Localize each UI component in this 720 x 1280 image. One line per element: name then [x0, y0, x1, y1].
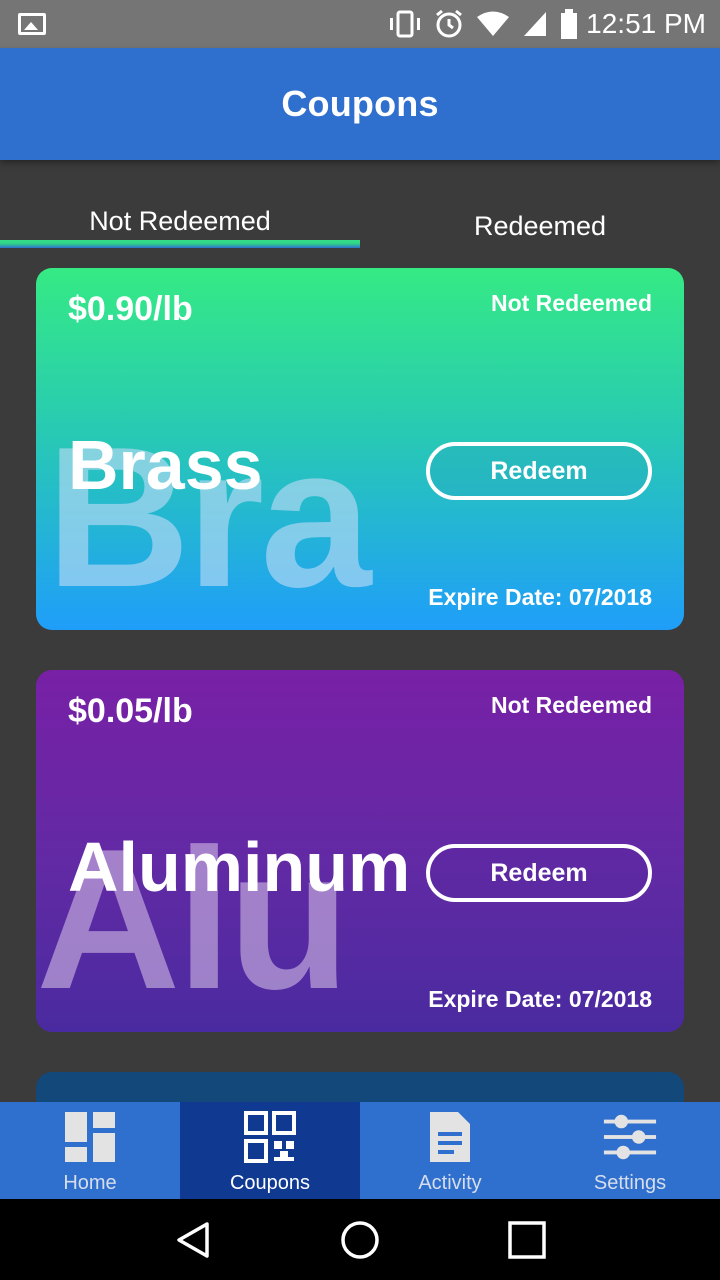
home-button[interactable] — [330, 1210, 390, 1270]
nav-item-home[interactable]: Home — [0, 1102, 180, 1199]
bottom-navigation: Home Coupons Activity Settings — [0, 1102, 720, 1199]
coupon-status: Not Redeemed — [490, 692, 652, 718]
signal-icon — [524, 12, 547, 36]
vibrate-icon — [390, 10, 421, 38]
coupon-status: Not Redeemed — [490, 290, 652, 316]
coupon-material: Aluminum — [68, 828, 411, 906]
back-button[interactable] — [163, 1210, 223, 1270]
system-navigation-bar — [0, 1199, 720, 1280]
status-bar: 12:51 PM — [0, 0, 720, 48]
tab-indicator — [0, 240, 360, 248]
sliders-icon — [603, 1114, 657, 1160]
coupon-card: Bra $0.90/lb Not Redeemed Brass Redeem E… — [36, 268, 684, 630]
nav-label: Settings — [593, 1172, 667, 1194]
qr-code-icon — [244, 1111, 296, 1163]
tab-not-redeemed[interactable]: Not Redeemed — [0, 190, 360, 250]
recents-button[interactable] — [497, 1210, 557, 1270]
nav-item-activity[interactable]: Activity — [360, 1102, 540, 1199]
alarm-icon — [436, 9, 463, 38]
tab-redeemed[interactable]: Redeemed — [360, 190, 720, 250]
battery-icon — [561, 9, 578, 39]
redeem-button[interactable]: Redeem — [426, 442, 652, 500]
tab-label: Redeemed — [473, 211, 607, 241]
wifi-icon — [477, 11, 510, 36]
page-title: Coupons — [281, 83, 439, 124]
app-bar: Coupons — [0, 48, 720, 160]
image-notification-icon — [18, 13, 46, 35]
nav-label: Coupons — [229, 1172, 311, 1194]
dashboard-icon — [65, 1112, 115, 1162]
coupon-expire-date: Expire Date: 07/2018 — [428, 986, 652, 1012]
nav-item-coupons[interactable]: Coupons — [180, 1102, 360, 1199]
tab-bar: Not Redeemed Redeemed — [0, 190, 720, 250]
document-icon — [430, 1112, 470, 1162]
redeem-button[interactable]: Redeem — [426, 844, 652, 902]
coupon-expire-date: Expire Date: 07/2018 — [428, 584, 652, 610]
home-circle-icon — [341, 1220, 379, 1259]
coupon-material: Brass — [68, 426, 263, 504]
coupon-card: Alu $0.05/lb Not Redeemed Aluminum Redee… — [36, 670, 684, 1032]
nav-label: Activity — [418, 1172, 482, 1194]
back-icon — [177, 1221, 210, 1258]
status-clock: 12:51 PM — [586, 8, 706, 39]
nav-item-settings[interactable]: Settings — [540, 1102, 720, 1199]
recents-icon — [507, 1220, 546, 1259]
coupon-price: $0.05/lb — [68, 692, 193, 730]
nav-label: Home — [63, 1172, 117, 1194]
coupon-price: $0.90/lb — [68, 290, 193, 328]
